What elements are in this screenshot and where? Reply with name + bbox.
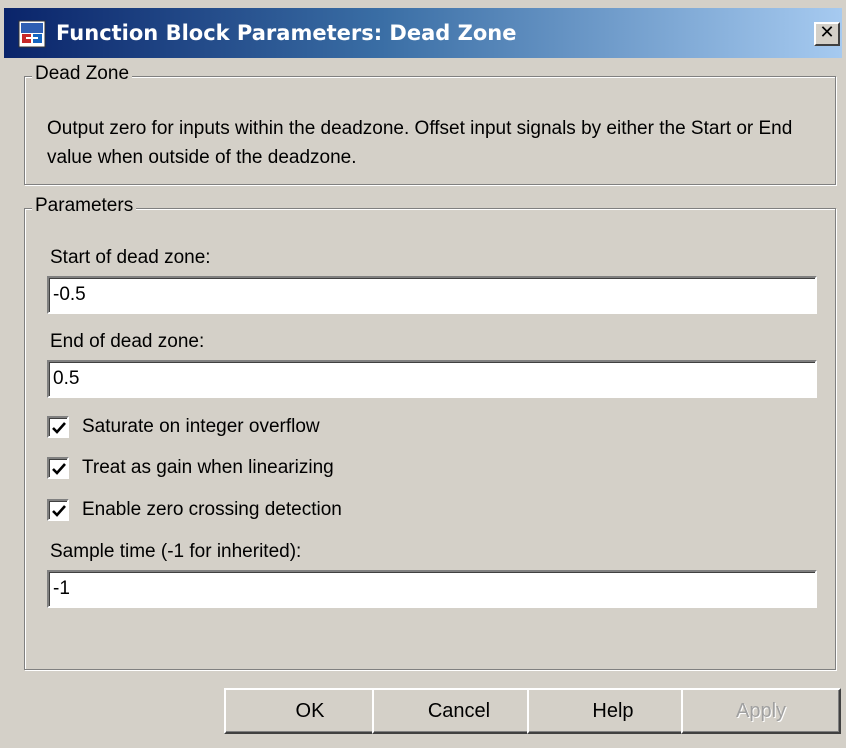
end-dead-zone-label: End of dead zone:: [50, 331, 205, 352]
check-icon: [52, 463, 66, 475]
apply-button[interactable]: Apply: [681, 688, 841, 734]
zero-crossing-checkbox[interactable]: Enable zero crossing detection: [47, 497, 397, 525]
start-dead-zone-input[interactable]: [47, 276, 817, 314]
simulink-block-icon: [18, 20, 46, 48]
block-description: Output zero for inputs within the deadzo…: [47, 118, 793, 168]
checkbox-label: Saturate on integer overflow: [82, 416, 320, 437]
dialog-window: Function Block Parameters: Dead Zone ✕ D…: [0, 0, 846, 748]
cancel-button[interactable]: Cancel: [372, 688, 546, 734]
start-dead-zone-label: Start of dead zone:: [50, 247, 211, 268]
checkbox-box[interactable]: [47, 416, 69, 438]
window-title: Function Block Parameters: Dead Zone: [56, 21, 517, 45]
help-button[interactable]: Help: [527, 688, 699, 734]
sample-time-input[interactable]: [47, 570, 817, 608]
saturate-overflow-checkbox[interactable]: Saturate on integer overflow: [47, 414, 377, 442]
checkbox-box[interactable]: [47, 457, 69, 479]
close-button[interactable]: ✕: [814, 22, 840, 46]
sample-time-label: Sample time (-1 for inherited):: [50, 541, 302, 562]
ok-button[interactable]: OK: [224, 688, 396, 734]
description-group-legend: Dead Zone: [32, 63, 133, 85]
parameters-group-legend: Parameters: [32, 195, 137, 217]
end-dead-zone-input[interactable]: [47, 360, 817, 398]
check-icon: [52, 422, 66, 434]
title-bar[interactable]: Function Block Parameters: Dead Zone ✕: [4, 8, 842, 58]
close-icon: ✕: [819, 22, 835, 43]
checkbox-label: Enable zero crossing detection: [82, 499, 342, 520]
checkbox-label: Treat as gain when linearizing: [82, 457, 334, 478]
check-icon: [52, 505, 66, 517]
treat-as-gain-checkbox[interactable]: Treat as gain when linearizing: [47, 455, 387, 483]
checkbox-box[interactable]: [47, 499, 69, 521]
